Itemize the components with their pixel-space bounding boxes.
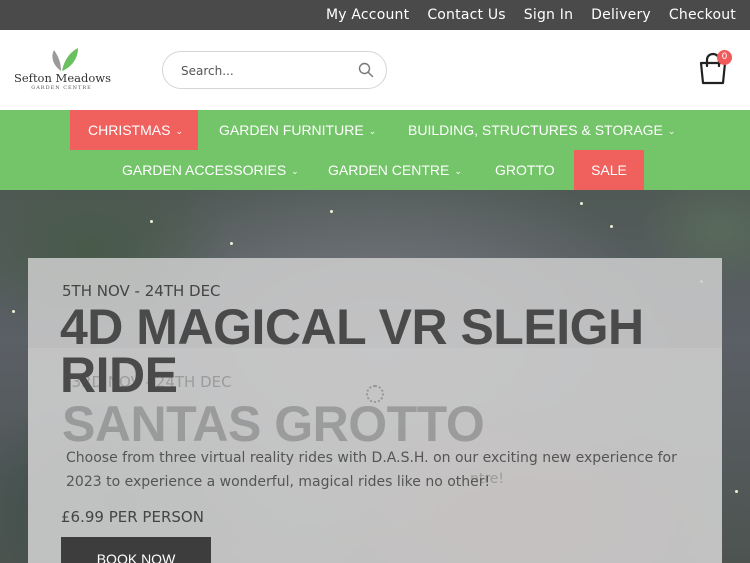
sparkle [150,220,153,223]
nav-item-sale[interactable]: SALE [574,150,644,190]
nav-item-label: SALE [591,162,627,178]
chevron-down-icon: ⌄ [454,166,462,176]
event-dates: 5TH NOV - 24TH DEC [62,282,221,300]
brand-tagline: GARDEN CENTRE [31,85,92,91]
hero-price: £6.99 PER PERSON [61,508,204,526]
sign-in-link[interactable]: Sign In [524,7,573,23]
my-account-link[interactable]: My Account [326,7,409,23]
brand-name: Sefton Meadows [14,71,112,85]
site-header: Sefton Meadows GARDEN CENTRE 0 [0,30,750,110]
book-now-button[interactable]: BOOK NOW [61,537,211,563]
sparkle [12,310,15,313]
nav-item-building-structures-storage[interactable]: BUILDING, STRUCTURES & STORAGE ⌄ [408,110,675,150]
hero-description: Choose from three virtual reality rides … [66,450,677,490]
cart-count-badge: 0 [717,50,732,65]
chevron-down-icon: ⌄ [175,126,183,136]
sparkle [610,225,613,228]
nav-item-christmas[interactable]: CHRISTMAS ⌄ [70,110,198,150]
hero-title: 4D MAGICAL VR SLEIGH RIDE [60,299,644,403]
contact-us-link[interactable]: Contact Us [427,7,505,23]
top-utility-bar: My Account Contact Us Sign In Delivery C… [0,0,750,30]
nav-item-garden-furniture[interactable]: GARDEN FURNITURE ⌄ [219,110,376,150]
hero-slider: 23RD NOV - 24TH DEC SANTAS GROTTO ntre! … [0,190,750,563]
sparkle [580,202,583,205]
nav-item-label: CHRISTMAS [88,122,171,138]
checkout-link[interactable]: Checkout [669,7,736,23]
nav-item-label: GARDEN ACCESSORIES [122,162,287,178]
next-slide-title: SANTAS GROTTO [62,396,485,452]
sparkle [230,242,233,245]
chevron-down-icon: ⌄ [667,126,676,136]
delivery-link[interactable]: Delivery [591,7,651,23]
sparkle [735,490,738,493]
nav-item-label: BUILDING, STRUCTURES & STORAGE [408,122,663,138]
nav-item-label: GARDEN FURNITURE [219,122,364,138]
leaf-icon [52,48,78,71]
nav-item-label: GROTTO [495,162,555,178]
search-input[interactable] [181,61,351,81]
site-logo[interactable]: Sefton Meadows GARDEN CENTRE [14,46,112,96]
nav-item-label: GARDEN CENTRE [328,162,450,178]
search-icon[interactable] [358,62,374,78]
chevron-down-icon: ⌄ [291,166,299,176]
sparkle [330,210,333,213]
nav-item-garden-centre[interactable]: GARDEN CENTRE ⌄ [328,150,462,190]
chevron-down-icon: ⌄ [368,126,377,136]
nav-item-garden-accessories[interactable]: GARDEN ACCESSORIES ⌄ [122,150,299,190]
nav-item-grotto[interactable]: GROTTO [495,150,555,190]
main-navigation: CHRISTMAS ⌄ GARDEN FURNITURE ⌄ BUILDING, S… [0,110,750,190]
search-box [162,51,387,89]
